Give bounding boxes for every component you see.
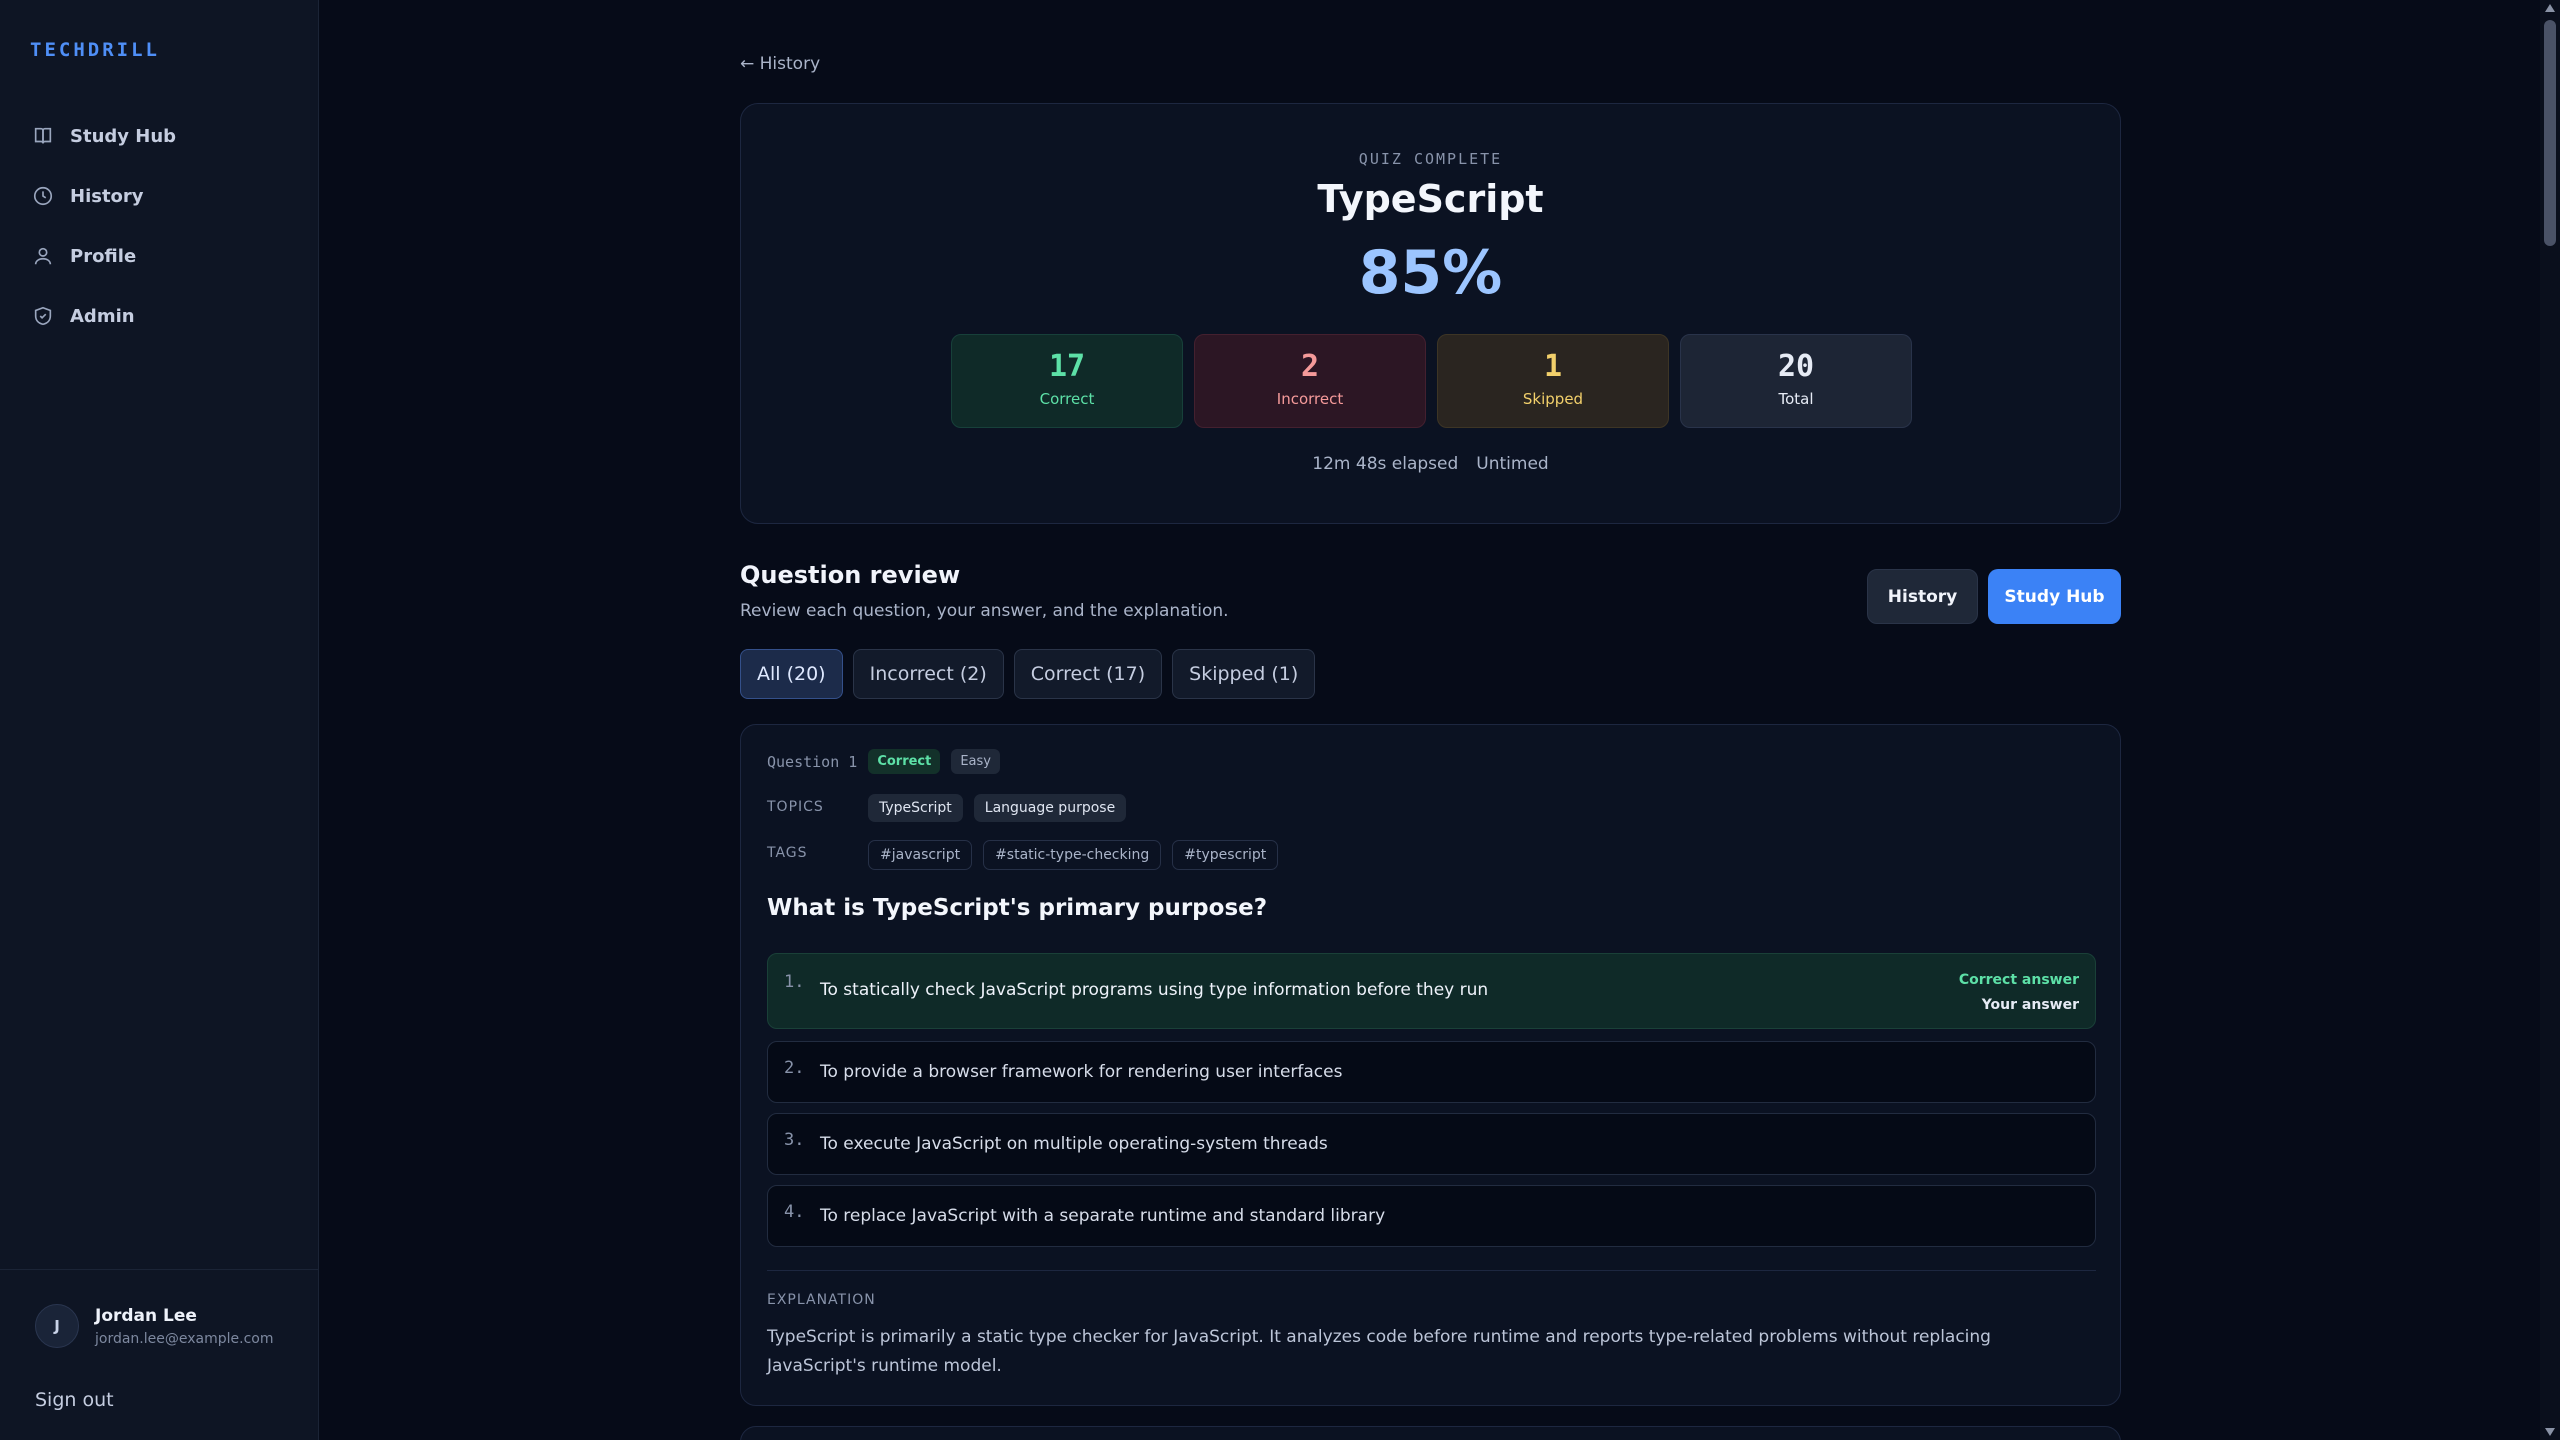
shield-icon <box>34 306 52 326</box>
filter-all[interactable]: All (20) <box>740 649 843 699</box>
stat-value: 1 <box>1543 349 1563 384</box>
filter-tabs: All (20) Incorrect (2) Correct (17) Skip… <box>740 649 1316 699</box>
sidebar-item-label: Profile <box>70 245 137 267</box>
tags-list: #javascript #static-type-checking #types… <box>868 840 1279 870</box>
option-text: To replace JavaScript with a separate ru… <box>820 1206 1386 1226</box>
answer-option: 4. To replace JavaScript with a separate… <box>767 1185 2096 1247</box>
question-card: Question 1 Correct Easy TOPICS TypeScrip… <box>740 724 2121 1406</box>
option-badges: Correct answer Your answer <box>1959 968 2079 1018</box>
stat-correct: 17 Correct <box>951 334 1183 428</box>
stat-label: Total <box>1778 390 1814 408</box>
stat-label: Incorrect <box>1276 390 1344 408</box>
stat-value: 17 <box>1048 349 1086 384</box>
avatar[interactable]: J <box>35 1304 79 1348</box>
tag-chip: #static-type-checking <box>983 840 1162 870</box>
sidebar-nav: Study Hub History Profile Admin <box>18 113 300 353</box>
explanation-label: EXPLANATION <box>767 1292 876 1308</box>
brand-logo[interactable]: TECHDRILL <box>30 39 160 61</box>
sidebar-item-label: Admin <box>70 305 135 327</box>
page-scrollbar[interactable] <box>2540 0 2560 1440</box>
option-text: To execute JavaScript on multiple operat… <box>820 1134 1328 1154</box>
option-number: 2. <box>784 1058 805 1078</box>
sidebar-item-study-hub[interactable]: Study Hub <box>18 113 300 159</box>
sidebar-item-admin[interactable]: Admin <box>18 293 300 339</box>
stat-label: Skipped <box>1522 390 1584 408</box>
sidebar-item-history[interactable]: History <box>18 173 300 219</box>
next-question-card <box>740 1426 2121 1440</box>
difficulty-badge: Easy <box>951 749 1000 774</box>
history-button[interactable]: History <box>1867 569 1978 624</box>
stat-value: 20 <box>1777 349 1815 384</box>
quiz-title: TypeScript <box>1317 177 1544 221</box>
stat-value: 2 <box>1300 349 1320 384</box>
answer-option: 3. To execute JavaScript on multiple ope… <box>767 1113 2096 1175</box>
stat-incorrect: 2 Incorrect <box>1194 334 1426 428</box>
sidebar: TECHDRILL Study Hub History Profile Admi… <box>0 0 319 1440</box>
stat-skipped: 1 Skipped <box>1437 334 1669 428</box>
sidebar-item-label: History <box>70 185 144 207</box>
question-number: Question 1 <box>767 752 858 771</box>
book-icon <box>34 127 52 144</box>
question-text: What is TypeScript's primary purpose? <box>767 895 1268 921</box>
answer-option: 1. To statically check JavaScript progra… <box>767 953 2096 1029</box>
timing-mode: Untimed <box>1476 454 1549 474</box>
user-icon <box>34 247 52 265</box>
status-badge: Correct <box>868 749 941 774</box>
tag-chip: #javascript <box>868 840 973 870</box>
option-number: 1. <box>784 972 805 992</box>
back-to-history-link[interactable]: ← History <box>740 54 820 74</box>
quiz-complete-label: QUIZ COMPLETE <box>1358 150 1503 168</box>
study-hub-button[interactable]: Study Hub <box>1988 569 2121 624</box>
filter-correct[interactable]: Correct (17) <box>1013 649 1163 699</box>
topics-list: TypeScript Language purpose <box>868 794 1127 822</box>
quiz-summary-card: QUIZ COMPLETE TypeScript 85% 17 Correct … <box>740 103 2121 524</box>
explanation-text: TypeScript is primarily a static type ch… <box>767 1327 1991 1376</box>
divider <box>767 1270 2096 1271</box>
question-header: Question 1 Correct Easy <box>767 749 1000 774</box>
correct-answer-label: Correct answer <box>1958 972 2079 988</box>
elapsed-time: 12m 48s elapsed <box>1312 454 1459 474</box>
stat-label: Correct <box>1039 390 1095 408</box>
tag-chip: #typescript <box>1172 840 1279 870</box>
filter-incorrect[interactable]: Incorrect (2) <box>852 649 1004 699</box>
section-subtitle: Review each question, your answer, and t… <box>740 601 1229 621</box>
sidebar-item-label: Study Hub <box>70 125 177 147</box>
stat-total: 20 Total <box>1680 334 1912 428</box>
topic-chip: TypeScript <box>868 794 963 822</box>
user-email: jordan.lee@example.com <box>95 1331 274 1347</box>
user-panel: J Jordan Lee jordan.lee@example.com Sign… <box>0 1269 319 1440</box>
clock-icon <box>33 186 53 206</box>
sign-out-button[interactable]: Sign out <box>35 1389 114 1411</box>
your-answer-label: Your answer <box>1981 997 2079 1013</box>
option-text: To statically check JavaScript programs … <box>820 980 1489 1000</box>
topics-label: TOPICS <box>767 799 824 815</box>
section-title: Question review <box>740 561 961 589</box>
option-number: 4. <box>784 1202 805 1222</box>
scroll-thumb[interactable] <box>2544 20 2556 246</box>
scroll-up-arrow-icon[interactable] <box>2545 4 2555 12</box>
scroll-down-arrow-icon[interactable] <box>2545 1428 2555 1436</box>
stats-row: 17 Correct 2 Incorrect 1 Skipped 20 Tota… <box>951 334 1912 428</box>
tags-label: TAGS <box>767 845 808 861</box>
quiz-score: 85% <box>1358 238 1503 308</box>
topic-chip: Language purpose <box>973 794 1127 822</box>
filter-skipped[interactable]: Skipped (1) <box>1172 649 1316 699</box>
option-text: To provide a browser framework for rende… <box>820 1062 1343 1082</box>
sidebar-item-profile[interactable]: Profile <box>18 233 300 279</box>
user-name: Jordan Lee <box>95 1306 197 1326</box>
elapsed-row: 12m 48s elapsed Untimed <box>741 454 2120 474</box>
option-number: 3. <box>784 1130 805 1150</box>
answer-option: 2. To provide a browser framework for re… <box>767 1041 2096 1103</box>
